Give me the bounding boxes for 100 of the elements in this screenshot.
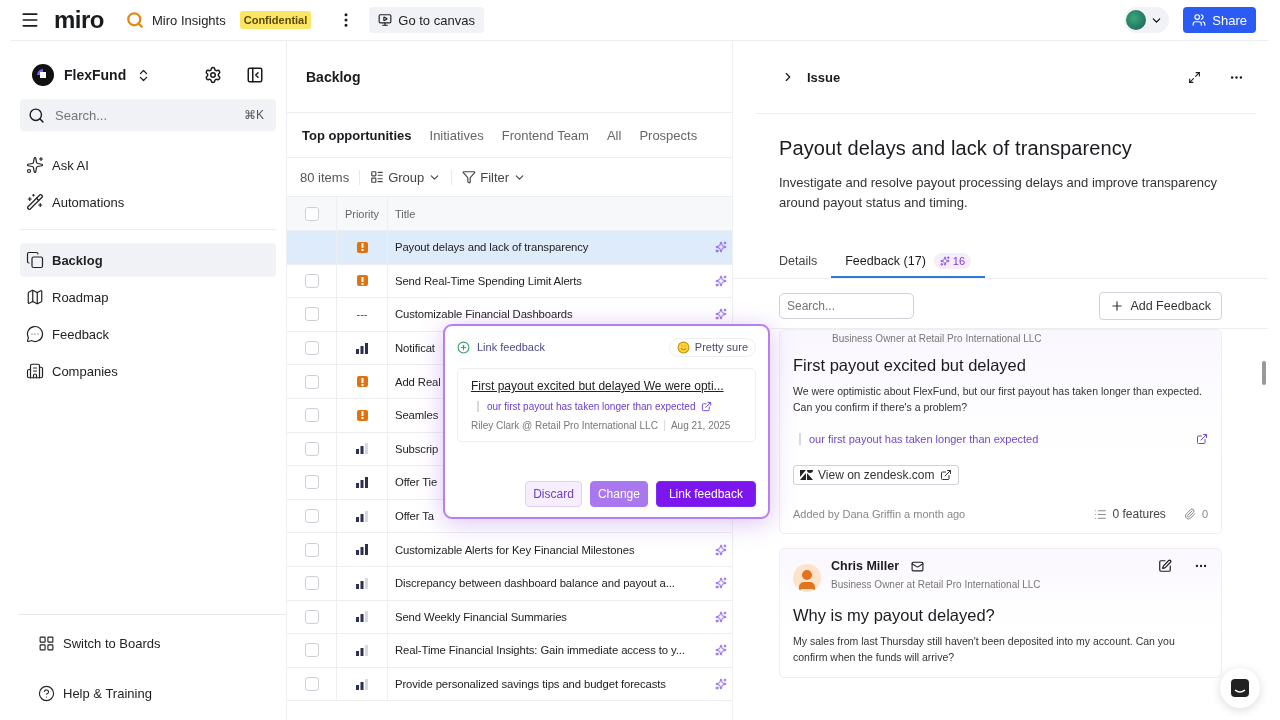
feedback-body: My sales from last Thursday still haven't been deposited into my account. Can you confirm when the funds will arrive? (793, 634, 1176, 665)
add-circle-icon (457, 340, 470, 354)
table-row[interactable]: Real-Time Financial Insights: Gain immediate access to y... (287, 634, 732, 668)
page-title: Backlog (287, 41, 732, 113)
sparkle-icon[interactable] (715, 644, 727, 657)
settings-icon[interactable] (204, 66, 222, 84)
features-icon (1093, 507, 1107, 521)
table-row[interactable]: Payout delays and lack of transparency (287, 231, 732, 265)
row-checkbox[interactable] (304, 307, 319, 322)
row-checkbox[interactable] (304, 643, 319, 658)
chat-button[interactable] (1220, 668, 1260, 708)
row-checkbox[interactable] (304, 341, 319, 356)
row-checkbox[interactable] (304, 677, 319, 691)
author-name: Chris Miller (831, 559, 900, 573)
table-cell: Discrepancy between dashboard balance and payout a... (395, 577, 675, 590)
table-cell: Customizable Alerts for Key Financial Milestones (395, 543, 635, 556)
row-checkbox[interactable] (304, 408, 319, 423)
ai-count-badge: 16 (933, 253, 972, 269)
feedback-link[interactable]: First payout excited but delayed We were opti... (471, 379, 742, 393)
view-tab[interactable]: Initiatives (429, 127, 499, 143)
panel-tab[interactable]: Details (765, 246, 832, 278)
table-row[interactable]: Send Weekly Financial Summaries (287, 600, 732, 635)
sidebar-item[interactable]: Help & Training (32, 676, 286, 710)
sidebar-item[interactable]: Backlog (20, 243, 276, 277)
row-checkbox[interactable] (304, 475, 319, 490)
row-checkbox[interactable] (304, 273, 319, 288)
sidebar-item[interactable]: Companies (20, 354, 276, 388)
sparkle-icon[interactable] (715, 274, 727, 287)
account-button[interactable] (1124, 7, 1170, 33)
table-row[interactable]: Send Real-Time Spending Limit Alerts (287, 264, 732, 299)
sidebar-item[interactable]: Feedback (20, 317, 276, 351)
table-row[interactable]: Discrepancy between dashboard balance and payout a... (287, 566, 732, 601)
menu-icon[interactable] (20, 10, 40, 30)
urgent-priority-icon (356, 409, 368, 421)
popover-title: Link feedback (477, 341, 545, 353)
author-role: Business Owner at Retail Pro International LLC (831, 579, 1042, 590)
expand-icon[interactable] (1188, 70, 1201, 84)
attachment-count: 0 (1201, 508, 1208, 520)
sparkle-icon[interactable] (715, 308, 727, 321)
panel-tab[interactable]: Feedback (17) 16 (831, 246, 986, 278)
search-box[interactable]: Search... ⌘K (20, 99, 276, 131)
sidebar-item[interactable]: Switch to Boards (32, 626, 286, 660)
sparkle-icon[interactable] (715, 610, 727, 623)
view-tab[interactable]: Frontend Team (501, 127, 604, 143)
sparkle-icon[interactable] (715, 577, 727, 590)
tab-label: Feedback (17) (845, 254, 926, 268)
row-checkbox[interactable] (304, 609, 319, 624)
sparkle-icon[interactable] (715, 241, 727, 254)
medium-priority-icon (356, 644, 368, 656)
popover-button[interactable]: Discard (525, 481, 582, 507)
high-priority-icon (356, 544, 368, 556)
edit-icon[interactable] (1158, 559, 1172, 573)
search-icon (126, 11, 144, 29)
external-link-icon[interactable] (701, 401, 713, 412)
link-feedback-button[interactable]: Link feedback (655, 481, 756, 507)
add-feedback-button[interactable]: Add Feedback (1099, 292, 1222, 320)
feedback-quote: our first payout has taken longer than expected (487, 401, 696, 412)
table-row[interactable]: Provide personalized savings tips and budget forecasts (287, 667, 732, 702)
help-icon (38, 684, 55, 702)
external-link-icon (939, 469, 952, 481)
collapse-sidebar-icon[interactable] (246, 66, 264, 84)
zendesk-link[interactable]: View on zendesk.com (793, 465, 959, 485)
table-cell: Notificat (395, 342, 435, 355)
medium-priority-icon (356, 510, 368, 522)
row-checkbox[interactable] (304, 542, 319, 557)
item-count: 80 items (300, 169, 350, 185)
zendesk-icon (800, 470, 813, 480)
high-priority-icon (356, 342, 368, 354)
sidebar-item[interactable]: Ask AI (20, 148, 276, 182)
table-cell: Provide personalized savings tips and budget forecasts (395, 678, 666, 690)
issue-description: Investigate and resolve payout processing delays and improve transparency around payout status and timing. (779, 174, 1218, 212)
row-checkbox[interactable] (304, 509, 319, 524)
select-all-checkbox[interactable] (304, 206, 319, 221)
group-button[interactable]: Group (359, 169, 442, 185)
sparkle-icon (939, 256, 950, 266)
magic-wand-icon (26, 193, 44, 211)
workspace-name[interactable]: FlexFund (64, 67, 127, 83)
map-icon (26, 288, 44, 306)
view-tab[interactable]: Top opportunities (302, 127, 427, 143)
filter-button[interactable]: Filter (451, 169, 527, 185)
shortcut-hint: ⌘K (244, 108, 264, 122)
view-tab[interactable]: All (606, 127, 637, 143)
row-checkbox[interactable] (304, 576, 319, 591)
sparkle-icon[interactable] (715, 543, 727, 556)
external-link-icon[interactable] (1196, 433, 1208, 445)
search-field[interactable]: Search... (53, 106, 236, 124)
table-cell: Subscrip (395, 442, 439, 455)
table-cell: Payout delays and lack of transparency (395, 241, 589, 254)
sidebar-item[interactable]: Roadmap (20, 280, 276, 314)
stacked-squares-icon (26, 251, 44, 269)
go-to-canvas-button[interactable]: Go to canvas (369, 7, 484, 33)
sparkle-icon[interactable] (715, 678, 727, 690)
row-checkbox[interactable] (304, 374, 319, 389)
row-checkbox[interactable] (304, 441, 319, 456)
search-field[interactable]: Search... (779, 293, 914, 319)
view-tab[interactable]: Prospects (639, 127, 713, 143)
sidebar-item[interactable]: Automations (20, 185, 276, 219)
table-row[interactable]: Customizable Alerts for Key Financial Milestones (287, 533, 732, 567)
column-header: Priority (344, 207, 380, 220)
share-button[interactable]: Share (1183, 7, 1256, 33)
